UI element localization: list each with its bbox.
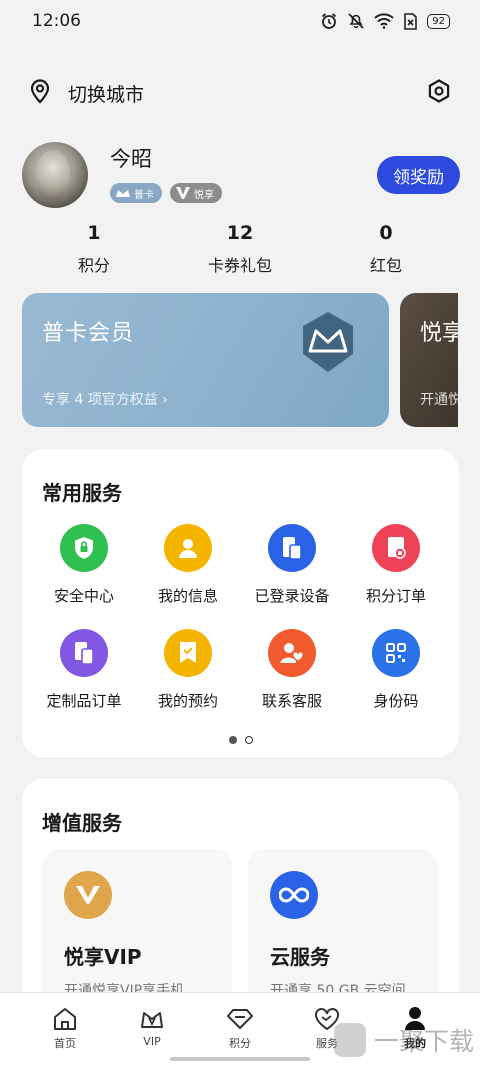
- service-label: 我的信息: [157, 587, 218, 605]
- bookmark-icon: [164, 629, 212, 677]
- member-card-subtitle: 专享 4 项官方权益 ›: [42, 392, 168, 408]
- service-points-orders[interactable]: 积分订单: [341, 524, 451, 606]
- watermark-logo-icon: [333, 1023, 366, 1057]
- common-services-panel: 常用服务 安全中心 我的信息 已登录设备 积分订单 定制品订单 我的预约 联系客…: [22, 449, 459, 757]
- nav-label: 积分: [229, 1037, 251, 1050]
- status-time: 12:06: [32, 11, 81, 31]
- custom-order-icon: [60, 629, 108, 677]
- service-contact-support[interactable]: 联系客服: [237, 629, 347, 711]
- vip-crown-icon: [122, 1005, 182, 1033]
- nav-vip[interactable]: VIP: [122, 1005, 182, 1048]
- service-my-info[interactable]: 我的信息: [133, 524, 243, 606]
- crown-badge-icon: [112, 183, 134, 203]
- nav-home[interactable]: 首页: [35, 1005, 95, 1051]
- stat-value: 0: [379, 222, 393, 244]
- stat-red-packets[interactable]: 0 红包: [370, 222, 402, 276]
- member-card-puka[interactable]: 普卡会员 专享 4 项官方权益 ›: [22, 293, 389, 427]
- stat-label: 红包: [369, 256, 403, 275]
- profile-info: 今昭 普卡 悦享: [110, 147, 222, 203]
- value-added-services-title: 增值服务: [42, 811, 122, 835]
- qr-icon: [372, 629, 420, 677]
- shield-icon: [60, 524, 108, 572]
- watermark: 一聚下载: [333, 1022, 474, 1058]
- page-dot-active[interactable]: [228, 736, 237, 744]
- switch-city-label: 切换城市: [68, 83, 145, 106]
- badge-yuexiang[interactable]: 悦享: [170, 183, 222, 203]
- service-label: 我的预约: [157, 692, 218, 710]
- nav-label: VIP: [143, 1035, 161, 1048]
- username: 今昭: [110, 147, 152, 171]
- member-card-yuexiang[interactable]: 悦享 开通悦: [400, 293, 458, 427]
- service-identity-code[interactable]: 身份码: [341, 629, 451, 711]
- badge-puka[interactable]: 普卡: [110, 183, 162, 203]
- page-dot-inactive[interactable]: [244, 736, 253, 744]
- battery-indicator: 92: [427, 13, 450, 29]
- service-label: 联系客服: [261, 692, 322, 710]
- nav-label: 首页: [54, 1037, 76, 1050]
- stat-points[interactable]: 1 积分: [78, 222, 110, 276]
- service-label: 身份码: [373, 692, 419, 710]
- stat-label: 卡券礼包: [207, 256, 273, 275]
- service-my-reservations[interactable]: 我的预约: [133, 629, 243, 711]
- cloud-infinity-icon: [270, 871, 318, 919]
- member-card-subtitle: 开通悦: [420, 392, 458, 408]
- alarm-icon: [320, 12, 338, 30]
- watermark-text: 一聚下载: [373, 1027, 474, 1056]
- member-badges: 普卡 悦享: [110, 183, 222, 203]
- v-badge-icon: [172, 183, 194, 203]
- common-services-title: 常用服务: [42, 481, 122, 505]
- mute-icon: [347, 12, 365, 30]
- location-pin-icon: [28, 78, 52, 109]
- crown-emblem-icon: [295, 309, 361, 379]
- home-icon: [35, 1005, 95, 1033]
- stat-value: 1: [87, 222, 101, 244]
- vip-service-title: 悦享VIP: [64, 945, 142, 969]
- service-security-center[interactable]: 安全中心: [29, 524, 139, 606]
- service-label: 定制品订单: [46, 692, 122, 710]
- stat-label: 积分: [77, 256, 111, 275]
- gesture-bar: [170, 1057, 310, 1061]
- claim-reward-button[interactable]: 领奖励: [377, 156, 460, 194]
- profile-section: 今昭 普卡 悦享 领奖励: [22, 140, 460, 210]
- nav-points[interactable]: 积分: [210, 1005, 270, 1051]
- badge-puka-label: 普卡: [134, 189, 154, 201]
- stat-coupons[interactable]: 12 卡券礼包: [208, 222, 272, 276]
- order-icon: [372, 524, 420, 572]
- member-card-title: 悦享: [420, 321, 458, 346]
- no-sim-icon: [403, 12, 418, 30]
- support-icon: [268, 629, 316, 677]
- status-bar: 12:06 92: [0, 0, 480, 42]
- badge-yuexiang-label: 悦享: [194, 189, 214, 201]
- service-label: 积分订单: [365, 587, 426, 605]
- service-custom-orders[interactable]: 定制品订单: [29, 629, 139, 711]
- top-bar: 切换城市: [0, 70, 480, 116]
- switch-city-button[interactable]: 切换城市: [28, 78, 144, 109]
- vip-v-icon: [64, 871, 112, 919]
- wifi-icon: [374, 13, 394, 29]
- device-icon: [268, 524, 316, 572]
- diamond-icon: [210, 1005, 270, 1033]
- avatar[interactable]: [22, 142, 88, 208]
- service-logged-devices[interactable]: 已登录设备: [237, 524, 347, 606]
- service-label: 已登录设备: [254, 587, 330, 605]
- person-icon: [164, 524, 212, 572]
- status-icons: 92: [320, 12, 450, 30]
- stat-value: 12: [226, 222, 254, 244]
- page-indicator: [22, 736, 459, 744]
- cloud-service-title: 云服务: [270, 945, 330, 969]
- member-card-carousel[interactable]: 普卡会员 专享 4 项官方权益 › 悦享 开通悦: [22, 293, 458, 427]
- settings-gear-icon[interactable]: [426, 78, 452, 108]
- service-label: 安全中心: [53, 587, 114, 605]
